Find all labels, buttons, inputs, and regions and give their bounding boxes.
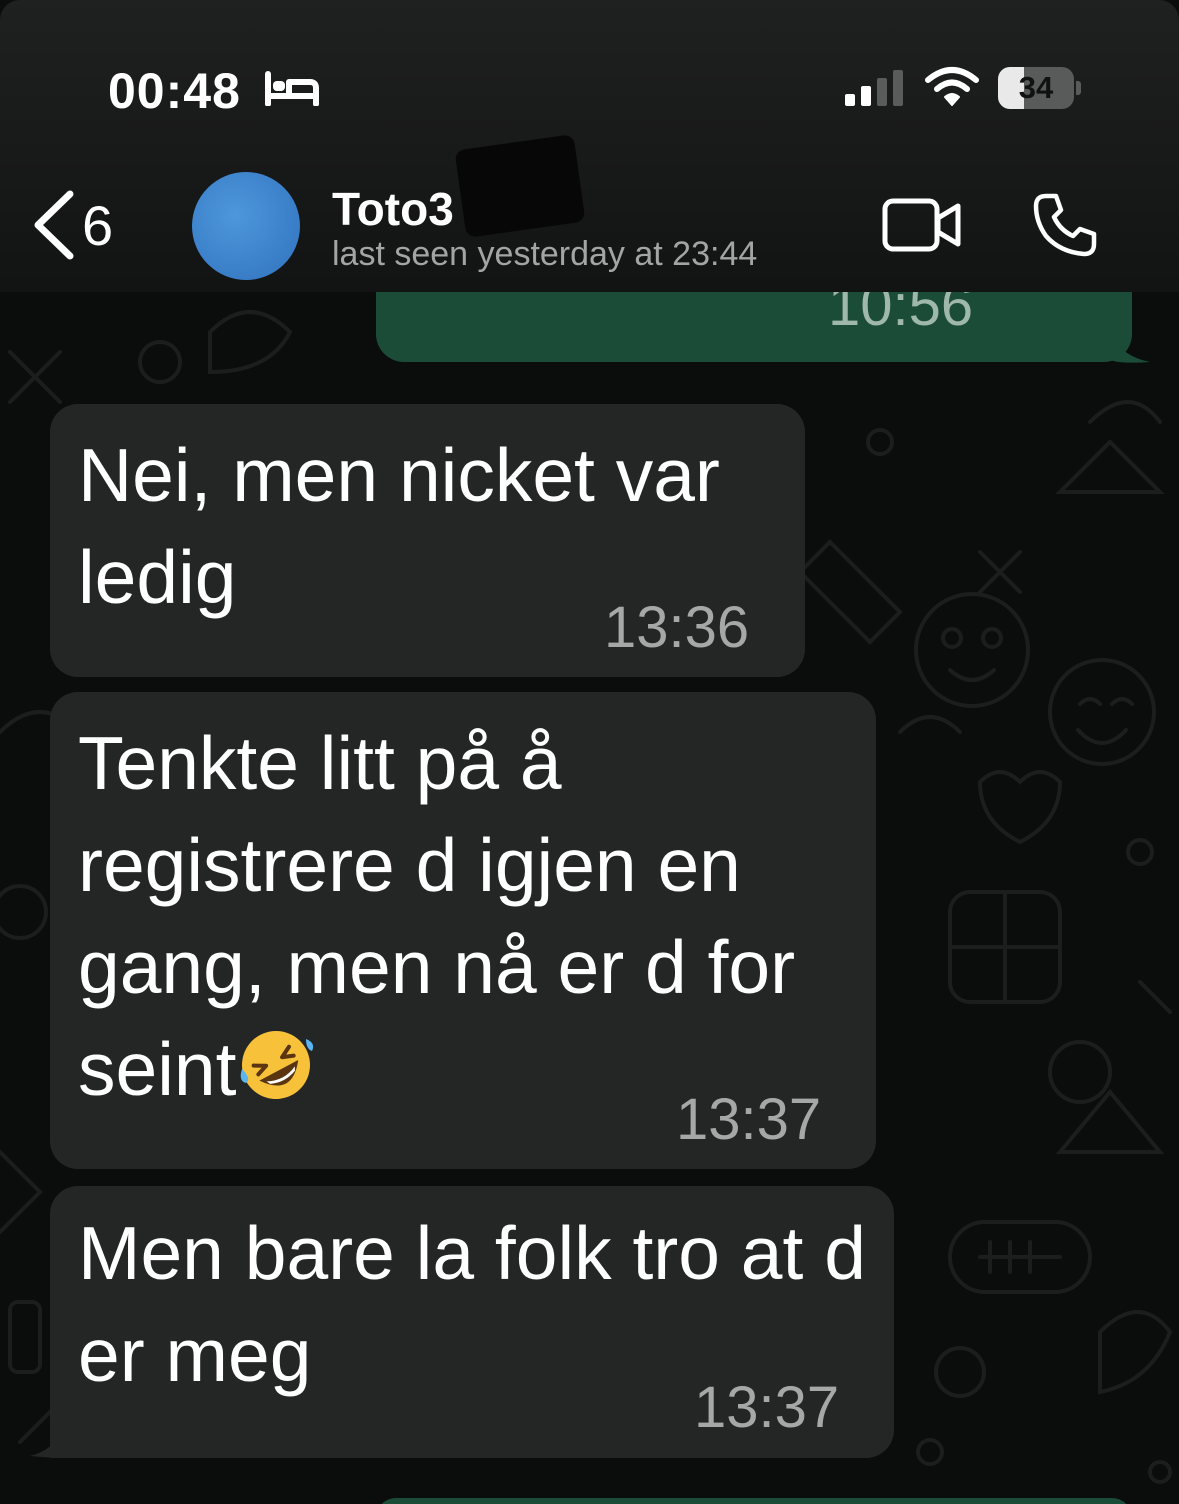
last-seen-status: last seen yesterday at 23:44: [332, 235, 758, 273]
rolling-on-the-floor-laughing-emoji: [241, 1031, 314, 1099]
battery-level: 34: [1018, 70, 1054, 105]
wifi-icon: [925, 67, 979, 106]
avatar[interactable]: [192, 172, 300, 280]
bed-icon: [265, 71, 319, 106]
message-time: 10:56: [828, 292, 974, 338]
battery-icon: 34: [998, 67, 1082, 109]
message-text: Tenkte litt på å registrere d igjen en g…: [78, 712, 858, 1120]
back-chevron-icon: [34, 190, 74, 260]
voice-call-icon[interactable]: [1032, 192, 1098, 258]
video-call-icon[interactable]: [882, 196, 962, 254]
unread-count[interactable]: 6: [82, 193, 113, 258]
contact-name[interactable]: Toto3: [332, 182, 454, 236]
next-outgoing-message-edge: [376, 1498, 1132, 1504]
message-time: 13:37: [676, 1087, 822, 1152]
status-time: 00:48: [108, 63, 241, 119]
message-body: Tenkte litt på å registrere d igjen en g…: [78, 721, 796, 1111]
chat-header: 00:48 34 6 Toto3 last seen yesterday at …: [0, 0, 1179, 292]
outgoing-message[interactable]: 10:56: [376, 292, 1132, 362]
cellular-signal-icon: [845, 70, 903, 106]
bubble-tail: [30, 1428, 64, 1458]
incoming-message[interactable]: Men bare la folk tro at d er meg 13:37: [50, 1186, 894, 1458]
chat-area[interactable]: 10:56 Nei, men nicket var ledig 13:36 Te…: [0, 292, 1179, 1504]
incoming-message[interactable]: Tenkte litt på å registrere d igjen en g…: [50, 692, 876, 1169]
redaction-mark: [454, 134, 586, 238]
incoming-message[interactable]: Nei, men nicket var ledig 13:36: [50, 404, 805, 677]
message-time: 13:36: [604, 595, 750, 660]
bubble-tail: [1110, 332, 1150, 363]
message-time: 13:37: [694, 1375, 840, 1440]
